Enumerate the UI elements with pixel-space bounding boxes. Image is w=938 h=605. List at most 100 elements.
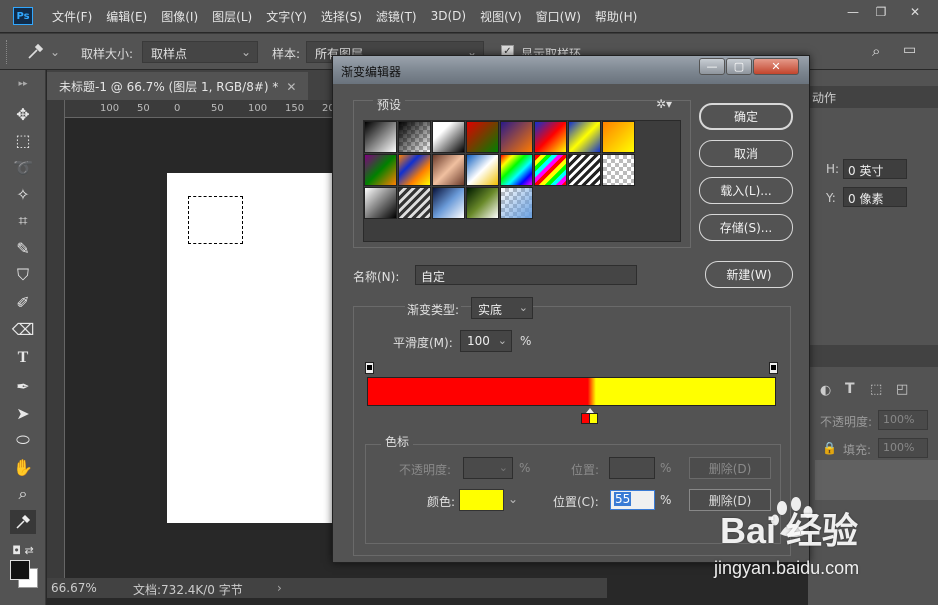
smart-object-icon[interactable]: ◰ [896, 382, 908, 397]
eyedropper-tool-icon[interactable] [10, 510, 36, 534]
marquee-tool-icon[interactable]: ⬚ [10, 128, 36, 152]
lock-icon[interactable]: 🔒 [822, 441, 837, 455]
crop-tool-icon[interactable]: ⌗ [10, 209, 36, 233]
history-brush-tool-icon[interactable]: ✐ [10, 290, 36, 314]
layer-opacity-input[interactable]: 100% [878, 410, 928, 430]
eyedropper-tool-icon[interactable] [26, 43, 46, 61]
gradient-type-select[interactable]: 实底 ⌄ [471, 297, 533, 319]
preset-swatch[interactable] [534, 121, 567, 153]
opacity-stop-left[interactable] [365, 362, 374, 374]
chevron-right-icon[interactable]: › [277, 581, 282, 595]
menu-item[interactable]: 文件(F) [52, 8, 92, 25]
menu-item[interactable]: 滤镜(T) [376, 8, 417, 25]
stamp-tool-icon[interactable]: ⛉ [10, 263, 36, 287]
menu-items: 文件(F) 编辑(E) 图像(I) 图层(L) 文字(Y) 选择(S) 滤镜(T) 3D(D)… [52, 0, 651, 32]
preset-swatch[interactable] [466, 154, 499, 186]
default-colors-icon[interactable]: ◘ ⇄ [10, 538, 36, 562]
dialog-title: 渐变编辑器 [341, 65, 402, 79]
y-input[interactable]: 0 像素 [843, 187, 907, 207]
preset-swatch[interactable] [602, 154, 635, 186]
layer-fill-input[interactable]: 100% [878, 438, 928, 458]
path-selection-tool-icon[interactable]: ➤ [10, 401, 36, 425]
transform-icon[interactable]: ⬚ [870, 382, 882, 397]
sample-size-select[interactable]: 取样点 ⌄ [142, 41, 258, 63]
menu-item[interactable]: 图像(I) [161, 8, 198, 25]
close-tab-icon[interactable]: ✕ [286, 80, 296, 94]
close-icon[interactable]: ✕ [753, 58, 799, 75]
new-button[interactable]: 新建(W) [705, 261, 793, 288]
preset-swatch[interactable] [432, 154, 465, 186]
preset-swatch[interactable] [364, 121, 397, 153]
load-button[interactable]: 载入(L)... [699, 177, 793, 204]
workspace-icon[interactable]: ▭ [903, 42, 916, 58]
preset-swatch[interactable] [364, 187, 397, 219]
gear-icon[interactable]: ✲▾ [656, 97, 672, 111]
color-position-input[interactable]: 55 [610, 490, 655, 510]
preset-swatch[interactable] [432, 187, 465, 219]
panel-tab-bar: 动作 [808, 86, 938, 108]
maximize-icon[interactable]: ❐ [870, 4, 892, 20]
menu-item[interactable]: 3D(D) [431, 9, 466, 23]
ok-button[interactable]: 确定 [699, 103, 793, 130]
pen-tool-icon[interactable]: ✒ [10, 374, 36, 398]
stop-color-swatch[interactable] [459, 489, 504, 511]
preset-swatch[interactable] [568, 121, 601, 153]
chevron-down-icon[interactable]: ⌄ [50, 45, 60, 59]
menu-item[interactable]: 帮助(H) [595, 8, 637, 25]
name-input[interactable]: 自定 [415, 265, 637, 285]
preset-swatch[interactable] [466, 187, 499, 219]
menu-item[interactable]: 文字(Y) [266, 8, 307, 25]
preset-swatch[interactable] [432, 121, 465, 153]
ellipse-tool-icon[interactable]: ⬭ [10, 428, 36, 452]
preset-swatch[interactable] [466, 121, 499, 153]
preset-swatch[interactable] [398, 187, 431, 219]
stop-opacity-percent: % [519, 461, 531, 475]
move-tool-icon[interactable]: ✥ [10, 102, 36, 126]
actions-tab[interactable]: 动作 [812, 89, 836, 106]
hand-tool-icon[interactable]: ✋ [10, 455, 36, 479]
chevron-down-icon[interactable]: ⌄ [508, 492, 518, 506]
collapse-arrows-icon[interactable]: ▸▸ [10, 72, 36, 96]
preset-swatch[interactable] [534, 154, 567, 186]
maximize-icon[interactable]: ▢ [726, 58, 752, 75]
zoom-tool-icon[interactable]: ⌕ [10, 482, 36, 506]
menu-item[interactable]: 编辑(E) [106, 8, 147, 25]
opacity-stop-right[interactable] [769, 362, 778, 374]
opacity-position-percent: % [660, 461, 672, 475]
dialog-title-bar[interactable]: 渐变编辑器 — ▢ ✕ [333, 56, 809, 84]
document-tab[interactable]: 未标题-1 @ 66.7% (图层 1, RGB/8#) * ✕ [47, 72, 309, 100]
brush-tool-icon[interactable]: ✎ [10, 236, 36, 260]
menu-item[interactable]: 选择(S) [321, 8, 362, 25]
menu-item[interactable]: 视图(V) [480, 8, 522, 25]
gradient-preview-bar[interactable] [367, 377, 776, 406]
preset-swatch[interactable] [602, 121, 635, 153]
color-stop-selected[interactable] [581, 408, 599, 426]
tools-panel: ▸▸ ✥ ⬚ ➰ ✧ ⌗ ✎ ⛉ ✐ ⌫ T ✒ ➤ ⬭ ✋ ⌕ ◘ ⇄ [0, 70, 46, 605]
foreground-color-swatch[interactable] [10, 560, 30, 580]
menu-item[interactable]: 图层(L) [212, 8, 252, 25]
close-icon[interactable]: ✕ [904, 4, 926, 20]
save-button[interactable]: 存储(S)... [699, 214, 793, 241]
type-tool-icon[interactable]: T [10, 346, 36, 370]
preset-swatch[interactable] [500, 154, 533, 186]
zoom-level[interactable]: 66.67% [51, 581, 97, 595]
preset-swatch[interactable] [398, 121, 431, 153]
preset-swatch[interactable] [500, 121, 533, 153]
h-input[interactable]: 0 英寸 [843, 159, 907, 179]
search-icon[interactable]: ⌕ [872, 42, 880, 60]
grip-handle[interactable] [6, 40, 10, 64]
preset-swatch[interactable] [398, 154, 431, 186]
preset-swatch[interactable] [500, 187, 533, 219]
smoothness-select[interactable]: 100 ⌄ [460, 330, 512, 352]
preset-swatch[interactable] [568, 154, 601, 186]
type-filter-icon[interactable]: T [845, 381, 855, 397]
preset-swatch[interactable] [364, 154, 397, 186]
lock-pixels-icon[interactable]: ◐ [820, 383, 831, 398]
menu-item[interactable]: 窗口(W) [536, 8, 581, 25]
magic-wand-tool-icon[interactable]: ✧ [10, 182, 36, 206]
minimize-icon[interactable]: — [842, 4, 864, 20]
eraser-tool-icon[interactable]: ⌫ [10, 317, 36, 341]
cancel-button[interactable]: 取消 [699, 140, 793, 167]
minimize-icon[interactable]: — [699, 58, 725, 75]
lasso-tool-icon[interactable]: ➰ [10, 155, 36, 179]
